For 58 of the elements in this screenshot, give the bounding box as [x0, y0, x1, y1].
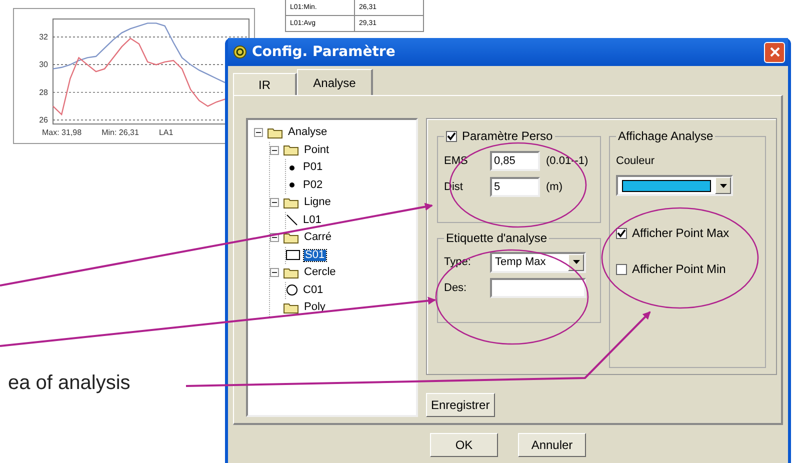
rectangle-icon: [286, 250, 300, 260]
checkbox[interactable]: Paramètre Perso: [446, 129, 553, 143]
close-icon: [770, 47, 780, 57]
tree-item[interactable]: Cercle: [303, 267, 337, 278]
chart-stat: LA1: [158, 128, 174, 137]
tree-item[interactable]: Carré: [303, 232, 333, 244]
folder-icon: [283, 196, 299, 209]
tree-item[interactable]: Point: [303, 144, 330, 156]
color-dropdown[interactable]: [616, 175, 733, 196]
circle-icon: [286, 284, 298, 296]
checkmark-icon: [617, 228, 626, 238]
checkbox[interactable]: Afficher Point Max: [616, 226, 759, 240]
axis-tick-label: 32: [39, 32, 48, 42]
chart-stat: Max: 31,98: [42, 128, 82, 137]
line-icon: [286, 214, 298, 226]
collapse-icon[interactable]: [254, 128, 263, 138]
tree-item[interactable]: C01: [302, 284, 324, 296]
group-title: Affichage Analyse: [617, 129, 714, 143]
checkmark-icon: [447, 132, 456, 140]
collapse-icon[interactable]: [270, 146, 279, 155]
folder-icon: [283, 302, 299, 314]
unit-label: (m): [546, 180, 562, 192]
tree-item[interactable]: Ligne: [303, 197, 332, 208]
group-title: Etiquette d'analyse: [445, 231, 548, 245]
tab[interactable]: IR: [233, 73, 297, 95]
axis-tick-label: 28: [39, 88, 48, 97]
app-logo-icon: [233, 45, 247, 59]
chart-stat: Min: 26,31: [102, 128, 139, 137]
dialog-button[interactable]: OK: [430, 433, 498, 457]
annotation-text: ea of analysis: [8, 372, 130, 395]
tree-item[interactable]: S01: [304, 250, 326, 261]
tree-item[interactable]: Analyse: [287, 127, 328, 138]
field-label: Couleur: [616, 155, 656, 167]
collapse-icon[interactable]: [270, 198, 279, 208]
close-button[interactable]: [764, 42, 785, 62]
window-title: Config. Paramètre: [252, 44, 396, 60]
field-label: Des:: [444, 282, 468, 294]
caret-icon: [572, 260, 580, 264]
axis-tick-label: 26: [39, 116, 48, 124]
checkbox[interactable]: Afficher Point Min: [616, 262, 759, 276]
tree-item[interactable]: Poly: [303, 302, 326, 314]
tree-item[interactable]: P01: [302, 162, 324, 174]
tree-item[interactable]: L01: [302, 214, 322, 226]
folder-icon: [283, 232, 299, 244]
axis-tick-label: 30: [39, 60, 48, 70]
dialog-button[interactable]: Annuler: [518, 433, 586, 457]
tree-item[interactable]: P02: [302, 180, 324, 191]
input-field[interactable]: 0,85: [490, 150, 540, 170]
tab[interactable]: Analyse: [297, 69, 373, 95]
folder-icon: [283, 144, 299, 156]
save-button[interactable]: Enregistrer: [426, 393, 495, 417]
type-dropdown[interactable]: Temp Max: [490, 252, 586, 272]
folder-icon: [283, 266, 299, 279]
input-field[interactable]: 5: [490, 176, 540, 196]
collapse-icon[interactable]: [270, 268, 279, 278]
folder-icon: [267, 126, 283, 139]
input-field[interactable]: [490, 278, 586, 298]
caret-icon: [720, 184, 726, 188]
